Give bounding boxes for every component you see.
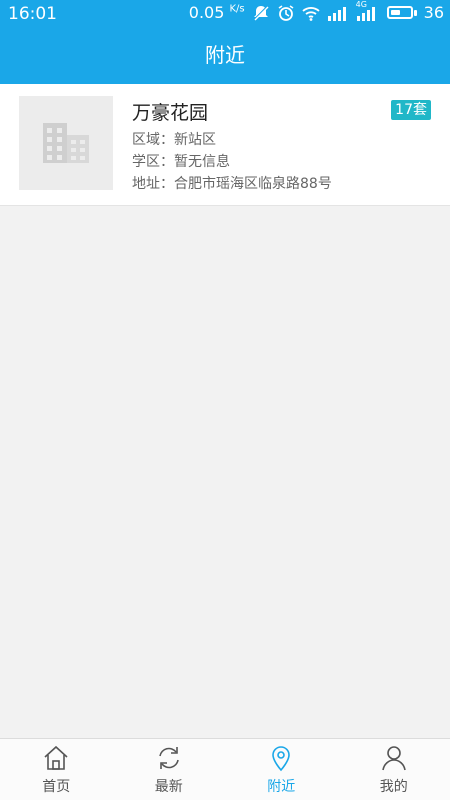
listing-name: 万豪花园 (132, 102, 209, 124)
tab-latest[interactable]: 最新 (113, 739, 226, 800)
tab-label: 附近 (267, 779, 296, 795)
signal-icon (327, 6, 346, 21)
tab-label: 首页 (42, 779, 71, 795)
signal-4g-icon: 4G (356, 0, 380, 22)
battery-level: 36 (423, 3, 444, 22)
tab-label: 我的 (379, 779, 408, 795)
network-speed: 0.05 K/s (188, 3, 245, 22)
notification-mute-icon (252, 4, 269, 21)
alarm-icon (278, 4, 294, 21)
listing-address: 地址：合肥市瑶海区临泉路88号 (132, 176, 332, 192)
tab-mine[interactable]: 我的 (338, 739, 450, 800)
tab-label: 最新 (154, 779, 183, 795)
page-title: 附近 (205, 43, 245, 67)
listing-thumbnail (19, 96, 113, 190)
bottom-tab-bar: 首页 最新 附近 我的 (0, 738, 450, 800)
wifi-icon (302, 6, 320, 21)
listing-count-badge: 17套 (391, 100, 431, 120)
listing-school: 学区：暂无信息 (132, 154, 230, 170)
battery-icon (386, 6, 417, 19)
location-pin-icon (272, 746, 291, 772)
status-time: 16:01 (8, 4, 57, 24)
listing-area: 区域：新站区 (132, 132, 216, 148)
home-icon (44, 745, 68, 770)
building-icon (43, 123, 89, 163)
app-bar: 附近 (0, 28, 450, 84)
tab-home[interactable]: 首页 (0, 739, 113, 800)
listing-card[interactable]: 万豪花园 17套 区域：新站区 学区：暂无信息 地址：合肥市瑶海区临泉路88号 (0, 84, 450, 206)
tab-nearby[interactable]: 附近 (225, 739, 338, 800)
refresh-icon (158, 747, 179, 769)
person-icon (381, 746, 406, 771)
status-indicators: 0.05 K/s 4G 36 (188, 0, 444, 22)
status-bar: 16:01 0.05 K/s 4G 36 (0, 0, 450, 28)
